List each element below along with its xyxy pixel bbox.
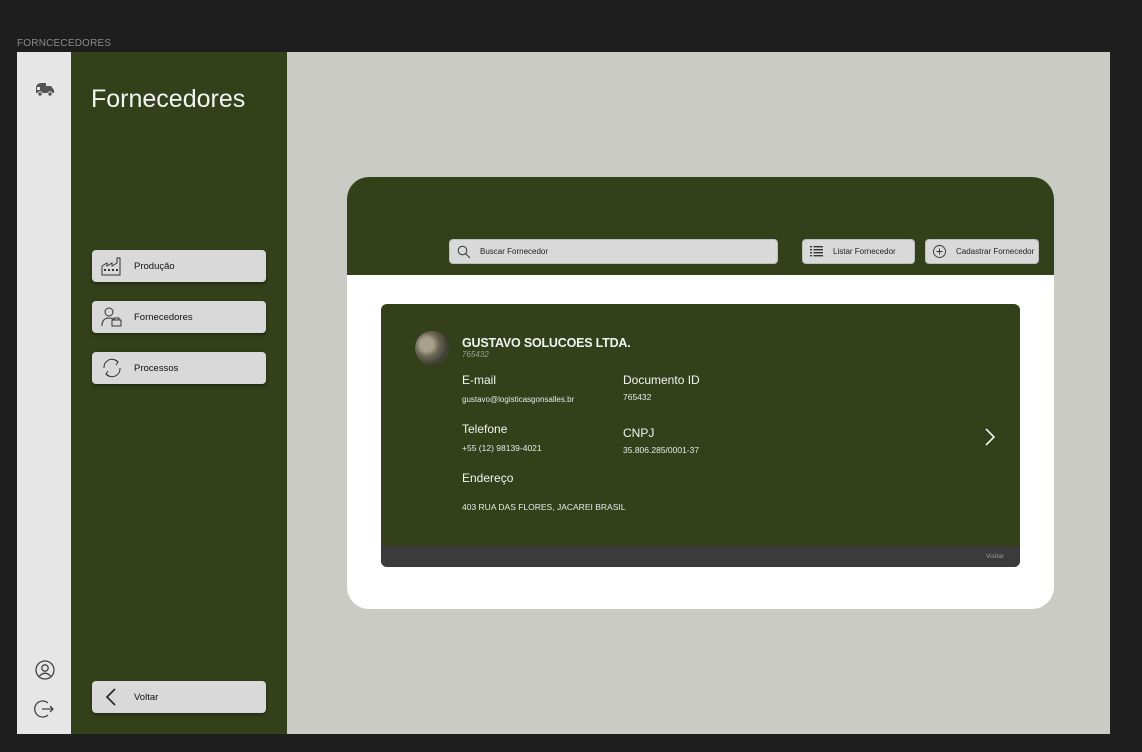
supplier-detail-panel: GUSTAVO SOLUCOES LTDA. 765432 E-mail gus… <box>381 304 1020 567</box>
user-circle-icon[interactable] <box>34 659 56 681</box>
document-value: 765432 <box>623 392 652 402</box>
register-supplier-button[interactable]: Cadastrar Fornecedor <box>925 239 1039 264</box>
frame-label: FORNCECEDORES <box>17 38 112 49</box>
search-icon <box>457 245 471 258</box>
sidebar-item-label: Produção <box>134 260 175 272</box>
address-value: 403 RUA DAS FLORES, JACAREI BRASIL <box>462 502 626 512</box>
truck-icon[interactable] <box>34 78 56 100</box>
sidebar-title: Fornecedores <box>91 85 246 113</box>
list-supplier-label: Listar Fornecedor <box>833 247 896 256</box>
sidebar-item-label: Fornecedores <box>134 311 193 323</box>
sidebar-item-producao[interactable]: Produção <box>92 250 266 282</box>
email-value: gustavo@logisticasgonsalles.br <box>462 395 575 404</box>
search-input[interactable]: Buscar Fornecedor <box>449 239 778 264</box>
icon-rail <box>17 52 71 734</box>
supplier-card: Buscar Fornecedor Listar Fornecedor Cada… <box>347 177 1054 609</box>
list-icon <box>810 246 823 257</box>
search-placeholder: Buscar Fornecedor <box>480 247 549 256</box>
visit-link[interactable]: Visitar <box>986 553 1004 560</box>
phone-value: +55 (12) 98139-4021 <box>462 443 542 453</box>
main-area: Buscar Fornecedor Listar Fornecedor Cada… <box>287 52 1110 734</box>
back-label: Voltar <box>134 691 159 703</box>
sidebar: Fornecedores Produção Fornecedores Proce… <box>71 52 287 734</box>
plus-circle-icon <box>933 245 946 258</box>
document-label: Documento ID <box>623 373 700 387</box>
sidebar-item-fornecedores[interactable]: Fornecedores <box>92 301 266 333</box>
card-header: Buscar Fornecedor Listar Fornecedor Cada… <box>347 177 1054 275</box>
chevron-left-icon <box>105 688 116 706</box>
cnpj-value: 35.806.285/0001-37 <box>623 445 700 455</box>
supplier-icon <box>101 307 122 327</box>
sidebar-item-processos[interactable]: Processos <box>92 352 266 384</box>
sidebar-item-label: Processos <box>134 362 179 374</box>
list-supplier-button[interactable]: Listar Fornecedor <box>802 239 915 264</box>
detail-footer: Visitar <box>381 546 1020 567</box>
refresh-icon <box>103 358 121 378</box>
chevron-right-icon[interactable] <box>983 426 997 448</box>
logout-icon[interactable] <box>34 698 56 720</box>
phone-label: Telefone <box>462 422 508 436</box>
company-id: 765432 <box>462 350 489 359</box>
app-frame: Fornecedores Produção Fornecedores Proce… <box>17 52 1110 734</box>
cnpj-label: CNPJ <box>623 426 655 440</box>
register-supplier-label: Cadastrar Fornecedor <box>956 247 1035 256</box>
avatar <box>415 331 449 365</box>
email-label: E-mail <box>462 373 497 387</box>
company-name: GUSTAVO SOLUCOES LTDA. <box>462 336 631 350</box>
back-button[interactable]: Voltar <box>92 681 266 713</box>
factory-icon <box>101 257 121 276</box>
address-label: Endereço <box>462 471 514 485</box>
